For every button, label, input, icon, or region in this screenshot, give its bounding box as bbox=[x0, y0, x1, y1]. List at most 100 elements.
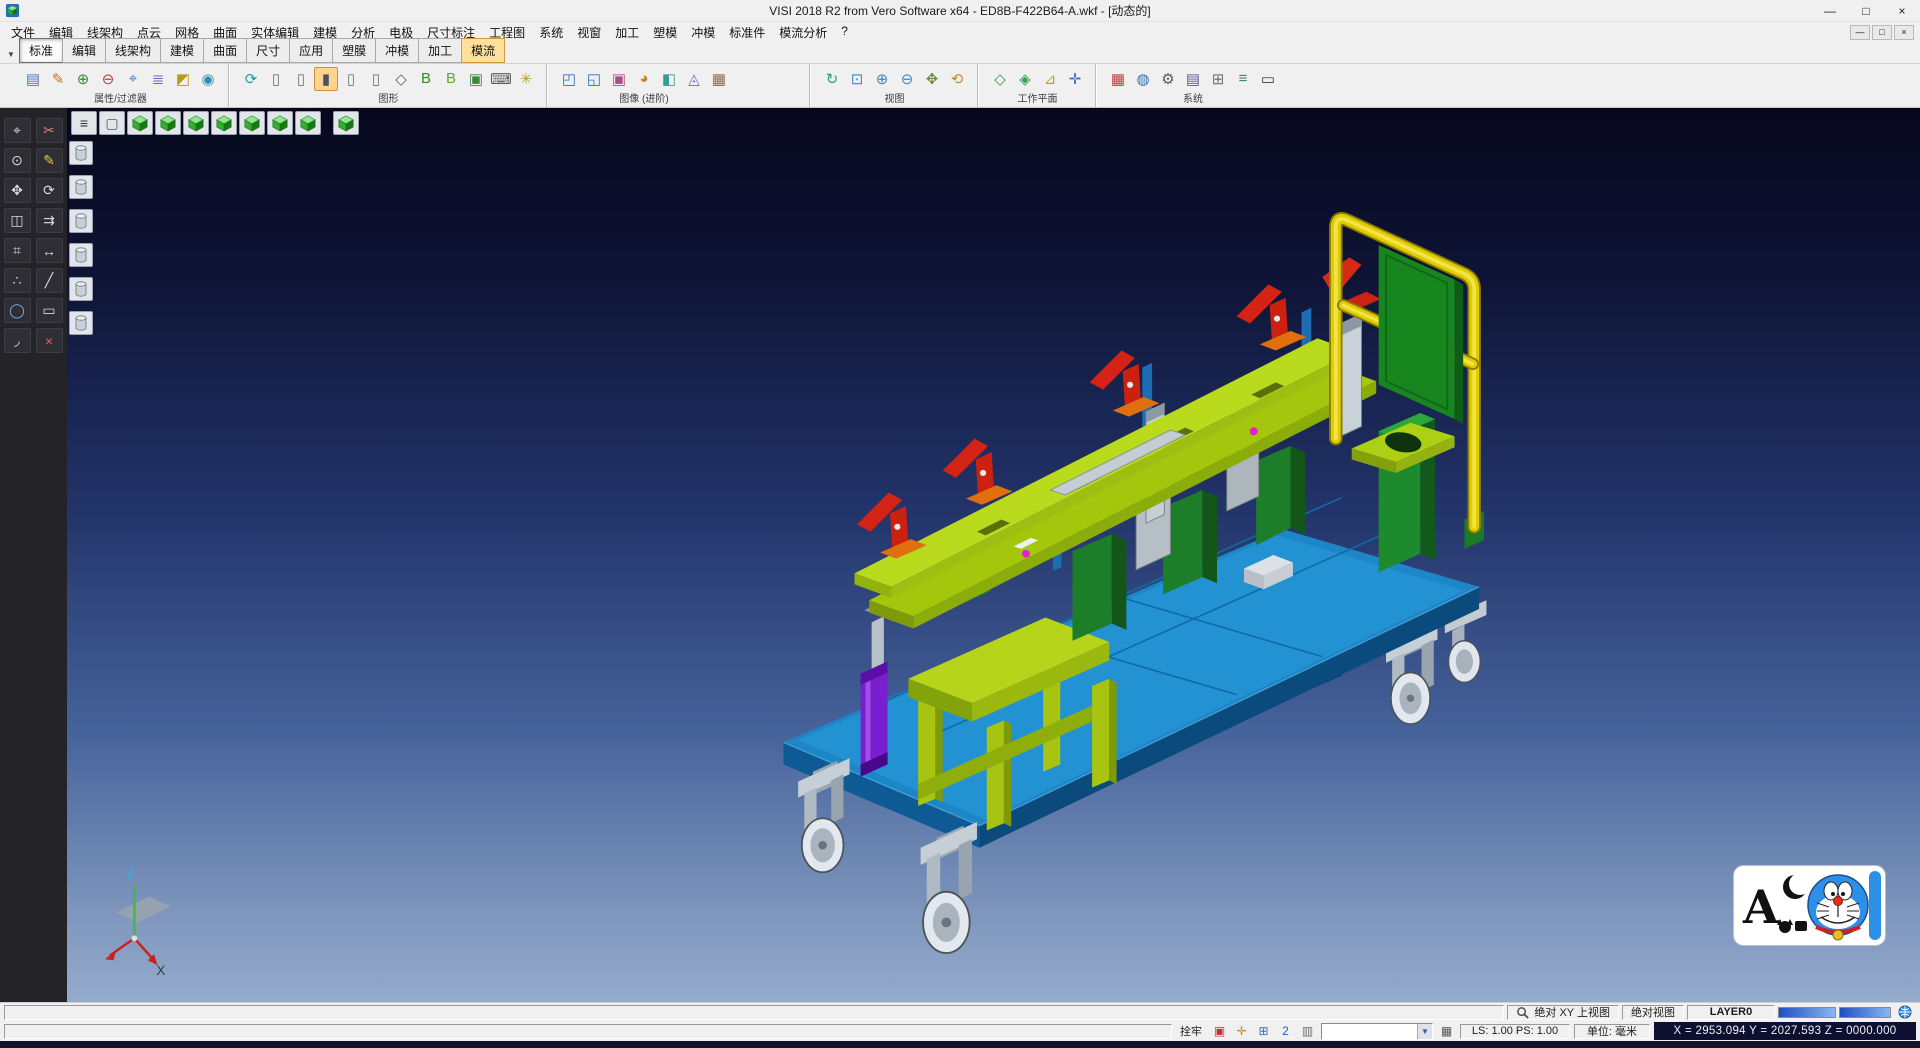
view-back-icon[interactable] bbox=[183, 111, 209, 135]
menu-item[interactable]: ? bbox=[834, 22, 855, 43]
workplane-icon[interactable]: ◇ bbox=[988, 67, 1012, 91]
unblank-element-icon[interactable]: B bbox=[439, 67, 463, 91]
view-mode-indicator[interactable]: 绝对 XY 上视图 bbox=[1507, 1005, 1619, 1020]
menu-item[interactable]: 冲模 bbox=[684, 22, 722, 43]
close-button[interactable]: × bbox=[1884, 0, 1920, 21]
snap-icon[interactable]: ⊙ bbox=[4, 148, 31, 173]
layer-combo[interactable]: ▼ bbox=[1321, 1023, 1433, 1040]
calculator-icon[interactable]: ▤ bbox=[1181, 67, 1205, 91]
drawing-database-icon[interactable] bbox=[69, 311, 93, 335]
model-database-icon[interactable] bbox=[69, 141, 93, 165]
group-icon[interactable]: ▣ bbox=[464, 67, 488, 91]
dimension-icon[interactable]: ↔ bbox=[36, 238, 63, 263]
minimize-button[interactable]: — bbox=[1812, 0, 1848, 21]
perspective-icon[interactable]: ◬ bbox=[682, 67, 706, 91]
view-isometric-icon[interactable] bbox=[127, 111, 153, 135]
filter-minus-icon[interactable]: ⊖ bbox=[96, 67, 120, 91]
lock-label[interactable]: 拴牢 bbox=[1176, 1023, 1206, 1039]
monitor-icon[interactable]: ▭ bbox=[1256, 67, 1280, 91]
settings-icon[interactable]: ⚙ bbox=[1156, 67, 1180, 91]
view-left-icon[interactable] bbox=[211, 111, 237, 135]
entity-snap-icon[interactable]: ⊞ bbox=[1254, 1023, 1273, 1040]
3d-viewport[interactable]: Z X ≡▢ A bbox=[67, 108, 1920, 1002]
hatch-icon[interactable]: ⌗ bbox=[4, 238, 31, 263]
ribbon-tab[interactable]: 曲面 bbox=[203, 38, 247, 63]
pan-icon[interactable]: ✥ bbox=[920, 67, 944, 91]
workplane-rotate-icon[interactable]: ⊿ bbox=[1038, 67, 1062, 91]
view-right-icon[interactable] bbox=[239, 111, 265, 135]
fillet-icon[interactable]: ◞ bbox=[4, 328, 31, 353]
attribute-paint-icon[interactable]: ✎ bbox=[46, 67, 70, 91]
maximize-button[interactable]: □ bbox=[1848, 0, 1884, 21]
menu-item[interactable]: 视窗 bbox=[570, 22, 608, 43]
solid-database-icon[interactable] bbox=[69, 243, 93, 267]
menu-item[interactable]: 系统 bbox=[532, 22, 570, 43]
layer-combo-input[interactable] bbox=[1322, 1025, 1417, 1037]
selection-filter-icon[interactable]: ⌖ bbox=[121, 67, 145, 91]
select-icon[interactable]: ⌖ bbox=[4, 118, 31, 143]
table-view-icon[interactable]: ▦ bbox=[1437, 1023, 1456, 1040]
orbit-icon[interactable]: ⟲ bbox=[945, 67, 969, 91]
offset-icon[interactable]: ⇉ bbox=[36, 208, 63, 233]
move-icon[interactable]: ✥ bbox=[4, 178, 31, 203]
quick-help-icon[interactable]: 2 bbox=[1276, 1023, 1295, 1040]
trim-icon[interactable]: ✂ bbox=[36, 118, 63, 143]
combo-dropdown-icon[interactable]: ▼ bbox=[1417, 1024, 1432, 1039]
ribbon-tab[interactable]: 冲模 bbox=[375, 38, 419, 63]
filter-plus-icon[interactable]: ⊕ bbox=[71, 67, 95, 91]
capture-image-icon[interactable]: ▣ bbox=[607, 67, 631, 91]
3d-viewport-canvas[interactable]: Z X bbox=[67, 108, 1920, 1002]
menu-item[interactable]: 标准件 bbox=[722, 22, 772, 43]
rotate-icon[interactable]: ⟳ bbox=[36, 178, 63, 203]
ribbon-tab[interactable]: 标准 bbox=[19, 38, 63, 63]
ribbon-tab[interactable]: 加工 bbox=[418, 38, 462, 63]
shaded-style-icon[interactable]: ▮ bbox=[314, 67, 338, 91]
workplane-origin-icon[interactable]: ✛ bbox=[1063, 67, 1087, 91]
tabbar-dropdown-icon[interactable]: ▼ bbox=[3, 45, 19, 63]
wireframe-style-icon[interactable]: ▯ bbox=[264, 67, 288, 91]
database-icon[interactable]: ≡ bbox=[1231, 67, 1255, 91]
ribbon-tab[interactable]: 应用 bbox=[289, 38, 333, 63]
view-dynamic-icon[interactable] bbox=[333, 111, 359, 135]
color-filter-icon[interactable]: ◩ bbox=[171, 67, 195, 91]
dynamic-zoom-icon[interactable]: ◱ bbox=[582, 67, 606, 91]
grid-snap-icon[interactable]: ✛ bbox=[1232, 1023, 1251, 1040]
surface-database-icon[interactable] bbox=[69, 209, 93, 233]
circle-icon[interactable]: ◯ bbox=[4, 298, 31, 323]
grid-icon[interactable]: ⊞ bbox=[1206, 67, 1230, 91]
viewport-menu-icon[interactable]: ≡ bbox=[71, 111, 97, 135]
ribbon-tab[interactable]: 尺寸 bbox=[246, 38, 290, 63]
edge-display-icon[interactable]: ◇ bbox=[389, 67, 413, 91]
ribbon-tab[interactable]: 编辑 bbox=[62, 38, 106, 63]
ribbon-tab[interactable]: 塑膜 bbox=[332, 38, 376, 63]
properties-icon[interactable]: ▤ bbox=[21, 67, 45, 91]
background-settings-icon[interactable]: ▦ bbox=[707, 67, 731, 91]
mdi-control-button[interactable]: □ bbox=[1872, 25, 1892, 40]
keyboard-icon[interactable]: ⌨ bbox=[489, 67, 513, 91]
view-reference-indicator[interactable]: 绝对视图 bbox=[1622, 1005, 1684, 1020]
mesh-database-icon[interactable] bbox=[69, 277, 93, 301]
viewport-pane-icon[interactable]: ▢ bbox=[99, 111, 125, 135]
ribbon-tab[interactable]: 线架构 bbox=[105, 38, 161, 63]
snap-lock-icon[interactable]: ▣ bbox=[1210, 1023, 1229, 1040]
zoom-in-icon[interactable]: ⊕ bbox=[870, 67, 894, 91]
globe-icon[interactable]: ◍ bbox=[1131, 67, 1155, 91]
zoom-window-icon[interactable]: ◰ bbox=[557, 67, 581, 91]
view-front-icon[interactable] bbox=[155, 111, 181, 135]
advanced-render-icon[interactable]: ◕ bbox=[632, 67, 656, 91]
active-layer-indicator[interactable]: LAYER0 bbox=[1687, 1005, 1775, 1020]
rendered-style-icon[interactable]: ▯ bbox=[339, 67, 363, 91]
blank-element-icon[interactable]: B bbox=[414, 67, 438, 91]
delete-icon[interactable]: × bbox=[36, 328, 63, 353]
zoom-extents-icon[interactable]: ⊡ bbox=[845, 67, 869, 91]
ribbon-tab[interactable]: 建模 bbox=[160, 38, 204, 63]
light-icon[interactable]: ✳ bbox=[514, 67, 538, 91]
line-icon[interactable]: ╱ bbox=[36, 268, 63, 293]
section-view-icon[interactable]: ◧ bbox=[657, 67, 681, 91]
mirror-icon[interactable]: ◫ bbox=[4, 208, 31, 233]
menu-item[interactable]: 塑模 bbox=[646, 22, 684, 43]
menu-item[interactable]: 模流分析 bbox=[772, 22, 834, 43]
layer-filter-icon[interactable]: ≣ bbox=[146, 67, 170, 91]
regen-icon[interactable]: ⟳ bbox=[239, 67, 263, 91]
workplane-by-face-icon[interactable]: ◈ bbox=[1013, 67, 1037, 91]
